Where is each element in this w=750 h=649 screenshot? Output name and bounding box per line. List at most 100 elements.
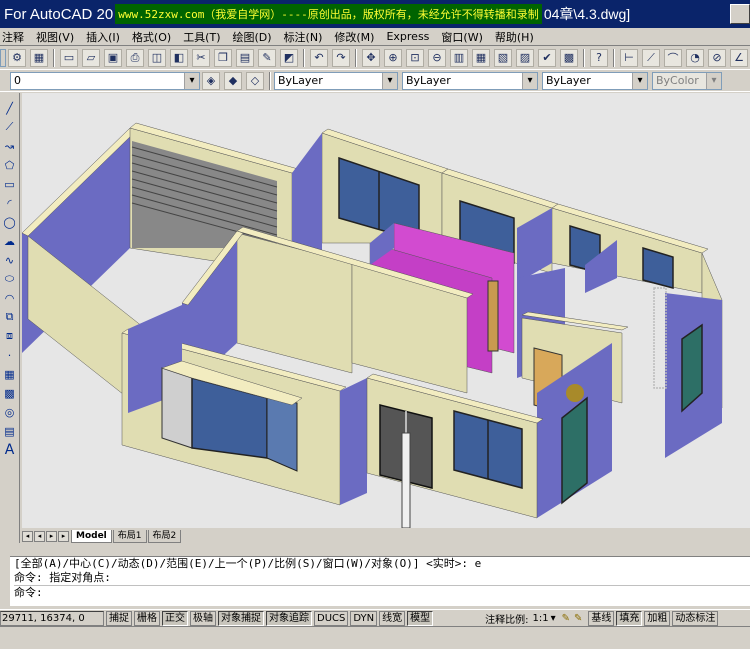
rectangle-icon[interactable]: ▭ (2, 176, 18, 192)
design-center-icon[interactable]: ▦ (472, 48, 490, 67)
paste-icon[interactable]: ▤ (236, 48, 254, 67)
spline-icon[interactable]: ∿ (2, 252, 18, 268)
gradient-icon[interactable]: ▩ (2, 385, 18, 401)
tab-model[interactable]: Model (71, 529, 112, 543)
save-icon[interactable]: ▣ (104, 48, 122, 67)
menu-item-modify[interactable]: 修改(M) (328, 29, 380, 45)
dim-diameter-icon[interactable]: ⊘ (708, 48, 726, 67)
menu-item-express[interactable]: Express (380, 30, 435, 43)
dynamic-dimension-toggle[interactable]: 动态标注 (672, 610, 719, 626)
dim-angular-icon[interactable]: ∠ (730, 48, 748, 67)
make-block-icon[interactable]: ⧈ (2, 328, 18, 344)
menu-item-partial[interactable]: 注释 (0, 29, 30, 45)
osnap-toggle[interactable]: 对象捕捉 (218, 610, 264, 626)
zoom-previous-icon[interactable]: ⊖ (428, 48, 446, 67)
baseline-toggle[interactable]: 基线 (588, 610, 615, 626)
annotation-scale-value[interactable]: 1:1 (532, 613, 548, 624)
circle-icon[interactable]: ◯ (2, 214, 18, 230)
ellipse-icon[interactable]: ⬭ (2, 271, 18, 287)
command-prompt[interactable]: 命令: (14, 585, 750, 600)
construction-line-icon[interactable]: ⟋ (2, 119, 18, 135)
lineweight-toggle[interactable]: 线宽 (379, 610, 406, 626)
tab-last-icon[interactable]: ▸ (58, 530, 69, 542)
dim-radius-icon[interactable]: ◔ (686, 48, 704, 67)
help-icon[interactable]: ? (590, 48, 608, 67)
tool-palettes-icon[interactable]: ▧ (494, 48, 512, 67)
menu-item-insert[interactable]: 插入(I) (80, 29, 126, 45)
region-icon[interactable]: ◎ (2, 404, 18, 420)
plot-icon[interactable]: ⎙ (126, 48, 144, 67)
tab-layout2[interactable]: 布局2 (147, 529, 182, 543)
polyline-icon[interactable]: ↝ (2, 138, 18, 154)
redo-icon[interactable]: ↷ (332, 48, 350, 67)
menu-item-view[interactable]: 视图(V) (30, 29, 80, 45)
bold-toggle[interactable]: 加粗 (644, 610, 671, 626)
undo-icon[interactable]: ↶ (310, 48, 328, 67)
hatch-icon[interactable]: ▦ (2, 366, 18, 382)
polygon-icon[interactable]: ⬠ (2, 157, 18, 173)
menu-item-window[interactable]: 窗口(W) (435, 29, 488, 45)
zoom-window-icon[interactable]: ⊡ (406, 48, 424, 67)
menu-item-tools[interactable]: 工具(T) (177, 29, 226, 45)
multiline-text-icon[interactable]: A (2, 442, 18, 458)
ducs-toggle[interactable]: DUCS (314, 610, 349, 626)
open-file-icon[interactable]: ▱ (82, 48, 100, 67)
line-icon[interactable]: ╱ (2, 100, 18, 116)
layer-select[interactable]: 0 (10, 71, 200, 90)
menu-item-format[interactable]: 格式(O) (126, 29, 177, 45)
insert-block-icon[interactable]: ⧉ (2, 309, 18, 325)
point-icon[interactable]: · (2, 347, 18, 363)
revision-cloud-icon[interactable]: ☁ (2, 233, 18, 249)
drawing-viewport[interactable] (22, 93, 750, 528)
grid-toggle[interactable]: 栅格 (134, 610, 160, 626)
otrack-toggle[interactable]: 对象追踪 (266, 610, 312, 626)
tab-next-icon[interactable]: ▸ (46, 530, 57, 542)
arc-icon[interactable]: ◜ (2, 195, 18, 211)
ellipse-arc-icon[interactable]: ◠ (2, 290, 18, 306)
layer-properties-icon[interactable]: ◈ (202, 71, 220, 90)
plot-preview-icon[interactable]: ◫ (148, 48, 166, 67)
tab-layout1[interactable]: 布局1 (112, 529, 147, 543)
window-button[interactable] (730, 4, 750, 24)
ortho-toggle[interactable]: 正交 (162, 610, 188, 626)
menu-item-dimension[interactable]: 标注(N) (278, 29, 329, 45)
dim-linear-icon[interactable]: ⊢ (620, 48, 638, 67)
linetype-select[interactable]: ByLayer (402, 71, 538, 90)
publish-icon[interactable]: ◧ (170, 48, 188, 67)
workspace-settings-icon[interactable]: ⚙ (8, 48, 26, 67)
make-current-icon[interactable]: ◆ (224, 71, 242, 90)
copy-icon[interactable]: ❐ (214, 48, 232, 67)
lineweight-select[interactable]: ByLayer (542, 71, 648, 90)
cut-icon[interactable]: ✂ (192, 48, 210, 67)
zoom-realtime-icon[interactable]: ⊕ (384, 48, 402, 67)
table-icon[interactable]: ▤ (2, 423, 18, 439)
new-file-icon[interactable]: ▭ (60, 48, 78, 67)
dim-aligned-icon[interactable]: ⟋ (642, 48, 660, 67)
tab-prev-icon[interactable]: ◂ (34, 530, 45, 542)
polar-toggle[interactable]: 极轴 (190, 610, 216, 626)
auto-scale-icon[interactable]: ✎ (574, 613, 582, 624)
model-toggle[interactable]: 模型 (407, 610, 434, 626)
display-icon[interactable]: ▦ (30, 48, 48, 67)
block-editor-icon[interactable]: ◩ (280, 48, 298, 67)
fill-toggle[interactable]: 填充 (616, 610, 643, 626)
sheet-set-icon[interactable]: ▨ (516, 48, 534, 67)
calculator-icon[interactable]: ▩ (560, 48, 578, 67)
match-properties-icon[interactable]: ✎ (258, 48, 276, 67)
menu-item-draw[interactable]: 绘图(D) (227, 29, 278, 45)
dim-arc-icon[interactable]: ⌒ (664, 48, 682, 67)
coordinate-readout[interactable]: 29711, 16374, 0 (0, 610, 104, 626)
plotstyle-select[interactable]: ByColor (652, 71, 722, 90)
annotation-visibility-icon[interactable]: ✎ (562, 613, 570, 624)
dyn-toggle[interactable]: DYN (350, 610, 378, 626)
command-window[interactable]: [全部(A)/中心(C)/动态(D)/范围(E)/上一个(P)/比例(S)/窗口… (10, 556, 750, 606)
scale-dropdown-icon[interactable]: ▾ (551, 613, 556, 624)
layer-previous-icon[interactable]: ◇ (246, 71, 264, 90)
markup-icon[interactable]: ✔ (538, 48, 556, 67)
layer-state-icon[interactable] (2, 72, 8, 90)
workspace-select[interactable]: 注释 (0, 48, 6, 67)
properties-icon[interactable]: ▥ (450, 48, 468, 67)
snap-toggle[interactable]: 捕捉 (106, 610, 132, 626)
tab-first-icon[interactable]: ◂ (22, 530, 33, 542)
menu-item-help[interactable]: 帮助(H) (489, 29, 540, 45)
